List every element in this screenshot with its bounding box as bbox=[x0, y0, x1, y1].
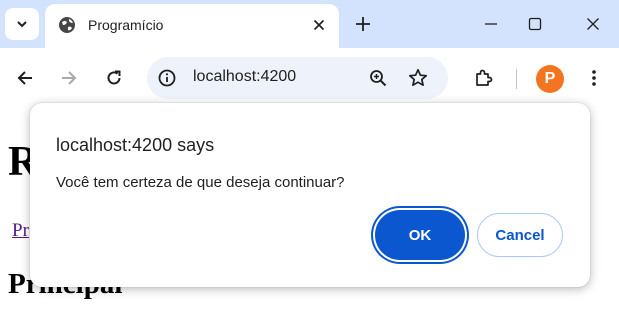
star-icon bbox=[408, 68, 428, 87]
back-icon bbox=[17, 71, 32, 85]
close-icon bbox=[313, 19, 325, 31]
ok-button[interactable]: OK bbox=[375, 210, 465, 260]
kebab-menu-icon bbox=[592, 70, 596, 86]
plus-icon bbox=[356, 17, 370, 31]
dialog-title: localhost:4200 says bbox=[56, 135, 215, 155]
profile-avatar[interactable]: P bbox=[536, 65, 564, 93]
zoom-icon bbox=[370, 70, 387, 87]
back-button[interactable] bbox=[11, 64, 39, 92]
toolbar-separator bbox=[516, 69, 517, 89]
alert-dialog: localhost:4200 says Você tem certeza de … bbox=[30, 103, 590, 287]
extensions-icon bbox=[476, 69, 493, 86]
zoom-button[interactable] bbox=[367, 67, 389, 89]
profile-initial: P bbox=[544, 70, 556, 87]
close-window-button[interactable] bbox=[581, 12, 605, 36]
address-bar[interactable]: localhost:4200 bbox=[147, 57, 448, 99]
globe-icon bbox=[59, 17, 75, 33]
extensions-button[interactable] bbox=[469, 64, 497, 92]
minimize-icon bbox=[485, 23, 497, 25]
cancel-button[interactable]: Cancel bbox=[477, 213, 563, 257]
new-tab-button[interactable] bbox=[351, 12, 375, 36]
info-icon bbox=[158, 69, 176, 87]
forward-button[interactable] bbox=[55, 64, 83, 92]
maximize-icon bbox=[528, 17, 542, 31]
tab-title: Programício bbox=[88, 17, 164, 33]
browser-toolbar: localhost:4200 P bbox=[0, 48, 619, 108]
dialog-message: Você tem certeza de que deseja continuar… bbox=[56, 174, 345, 191]
reload-icon bbox=[107, 70, 121, 85]
minimize-button[interactable] bbox=[479, 12, 503, 36]
close-icon bbox=[587, 18, 599, 30]
address-url[interactable]: localhost:4200 bbox=[193, 68, 296, 86]
tab-strip: Programício bbox=[0, 0, 619, 48]
page-link[interactable]: Pr bbox=[12, 220, 29, 242]
browser-menu-button[interactable] bbox=[580, 64, 608, 92]
bookmark-button[interactable] bbox=[407, 67, 429, 89]
forward-icon bbox=[62, 71, 77, 85]
tab-search-button[interactable] bbox=[5, 8, 39, 40]
chevron-down-icon bbox=[17, 21, 27, 28]
maximize-button[interactable] bbox=[523, 12, 547, 36]
close-tab-button[interactable] bbox=[309, 15, 329, 35]
active-tab[interactable]: Programício bbox=[45, 4, 339, 48]
site-info-button[interactable] bbox=[157, 68, 177, 88]
reload-button[interactable] bbox=[100, 64, 128, 92]
